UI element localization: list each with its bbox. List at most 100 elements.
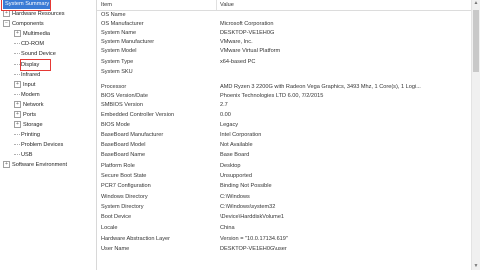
table-row[interactable]: BaseBoard Name Base Board (97, 151, 472, 160)
tree-item-hardware-resources[interactable]: + Hardware Resources (3, 10, 65, 19)
table-row[interactable]: Secure Boot State Unsupported (97, 172, 472, 181)
row-item: OS Name (101, 12, 126, 18)
tree-connector (14, 154, 20, 156)
tree-item-label: Multimedia (23, 31, 51, 37)
table-row[interactable]: Locale China (97, 224, 472, 233)
tree-connector (14, 144, 20, 146)
table-row[interactable]: System Manufacturer VMware, Inc. (97, 38, 472, 47)
row-value: VMware Virtual Platform (220, 48, 281, 54)
row-value: DESKTOP-VE1EH0G\user (220, 246, 287, 252)
row-value: \Device\HarddiskVolume1 (220, 214, 285, 220)
column-divider[interactable] (216, 0, 217, 10)
table-row[interactable]: User Name DESKTOP-VE1EH0G\user (97, 245, 472, 254)
plus-box-icon[interactable]: + (14, 121, 21, 129)
tree-item-label: System Summary (5, 1, 50, 7)
tree-connector (14, 64, 20, 66)
tree-item-label: Problem Devices (21, 142, 64, 148)
row-item: BIOS Version/Date (101, 93, 148, 99)
plus-box-icon[interactable]: + (3, 10, 10, 18)
row-value: Phoenix Technologies LTD 6.00, 7/2/2015 (220, 93, 324, 99)
tree-item-label: Storage (23, 122, 43, 128)
tree-item-label: Display (21, 62, 40, 68)
tree-item-infrared[interactable]: Infrared (14, 71, 40, 80)
table-row[interactable]: BaseBoard Model Not Available (97, 141, 472, 150)
row-value: Legacy (220, 122, 239, 128)
table-row[interactable]: OS Name (97, 11, 472, 20)
tree-item-input[interactable]: + Input (14, 81, 35, 90)
tree-item-ports[interactable]: + Ports (14, 111, 36, 120)
row-value: Not Available (220, 142, 253, 148)
row-item: Locale (101, 225, 118, 231)
row-value: Desktop (220, 163, 241, 169)
row-item: PCR7 Configuration (101, 183, 151, 189)
tree-item-label: USB (21, 152, 33, 158)
tree-item-problem-devices[interactable]: Problem Devices (14, 141, 63, 150)
row-value: AMD Ryzen 3 2200G with Radeon Vega Graph… (220, 84, 421, 90)
tree-item-printing[interactable]: Printing (14, 131, 40, 140)
row-value: China (220, 225, 235, 231)
minus-box-icon[interactable]: − (3, 20, 10, 28)
table-row[interactable]: Embedded Controller Version 0.00 (97, 111, 472, 120)
row-item: System Model (101, 48, 137, 54)
row-item: Embedded Controller Version (101, 112, 175, 118)
row-value: DESKTOP-VE1EH0G (220, 30, 275, 36)
row-value: Version = "10.0.17134.619" (220, 236, 288, 242)
tree-item-system-summary[interactable]: System Summary (3, 0, 52, 9)
table-row[interactable]: BIOS Version/Date Phoenix Technologies LT… (97, 92, 472, 101)
plus-box-icon[interactable]: + (14, 101, 21, 109)
row-item: BaseBoard Name (101, 152, 146, 158)
table-row[interactable]: Hardware Abstraction Layer Version = "10.… (97, 235, 472, 244)
tree-item-label: Network (23, 102, 44, 108)
column-header-value[interactable]: Value (220, 0, 234, 10)
tree-item-cd-rom[interactable]: CD-ROM (14, 40, 44, 49)
table-row[interactable]: BIOS Mode Legacy (97, 121, 472, 130)
table-row[interactable]: Windows Directory C:\Windows (97, 193, 472, 202)
table-row[interactable]: Processor AMD Ryzen 3 2200G with Radeon V… (97, 83, 472, 92)
row-value: Unsupported (220, 173, 253, 179)
tree-item-components[interactable]: − Components (3, 20, 44, 29)
plus-box-icon[interactable]: + (14, 111, 21, 119)
table-row[interactable]: System Type x64-based PC (97, 58, 472, 67)
row-item: System SKU (101, 69, 133, 75)
row-value: Base Board (220, 152, 250, 158)
row-value: C:\Windows\system32 (220, 204, 276, 210)
tree-item-network[interactable]: + Network (14, 101, 44, 110)
plus-box-icon[interactable]: + (3, 161, 10, 169)
tree-item-sound-device[interactable]: Sound Device (14, 50, 56, 59)
table-row[interactable]: OS Manufacturer Microsoft Corporation (97, 20, 472, 29)
arrow-up-icon[interactable]: ▲ (473, 0, 479, 7)
table-row[interactable]: System Name DESKTOP-VE1EH0G (97, 29, 472, 38)
table-row[interactable]: System SKU (97, 68, 472, 77)
table-row[interactable]: BaseBoard Manufacturer Intel Corporation (97, 131, 472, 140)
table-row[interactable]: SMBIOS Version 2.7 (97, 101, 472, 110)
row-item: System Name (101, 30, 137, 36)
table-row[interactable]: Boot Device \Device\HarddiskVolume1 (97, 213, 472, 222)
column-header-item[interactable]: Item (101, 0, 112, 10)
tree-item-software-environment[interactable]: + Software Environment (3, 161, 67, 170)
tree-connector (14, 134, 20, 136)
table-row[interactable]: PCR7 Configuration Binding Not Possible (97, 182, 472, 191)
vertical-scrollbar[interactable]: ▲ ▼ (471, 0, 480, 270)
table-row[interactable]: System Model VMware Virtual Platform (97, 47, 472, 56)
row-item: Secure Boot State (101, 173, 147, 179)
tree-item-display[interactable]: Display (14, 61, 39, 70)
tree-item-storage[interactable]: + Storage (14, 121, 43, 130)
tree-item-multimedia[interactable]: + Multimedia (14, 30, 50, 39)
plus-box-icon[interactable]: + (14, 81, 21, 89)
tree-item-label: Input (23, 82, 36, 88)
tree-item-modem[interactable]: Modem (14, 91, 40, 100)
row-value: VMware, Inc. (220, 39, 253, 45)
tree-item-label: Hardware Resources (12, 11, 65, 17)
table-row[interactable]: Platform Role Desktop (97, 162, 472, 171)
arrow-down-icon[interactable]: ▼ (473, 263, 479, 270)
row-value: 2.7 (220, 102, 228, 108)
row-item: System Type (101, 59, 134, 65)
row-value: C:\Windows (220, 194, 250, 200)
row-item: OS Manufacturer (101, 21, 144, 27)
scrollbar-thumb[interactable] (473, 10, 479, 72)
tree-item-label: Infrared (21, 72, 41, 78)
tree-item-usb[interactable]: USB (14, 151, 33, 160)
table-row[interactable]: System Directory C:\Windows\system32 (97, 203, 472, 212)
row-item: System Directory (101, 204, 144, 210)
plus-box-icon[interactable]: + (14, 30, 21, 38)
